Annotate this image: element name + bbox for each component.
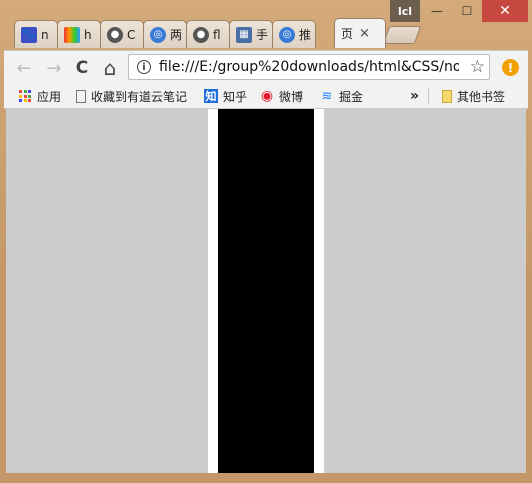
close-window-button[interactable]: ✕	[482, 0, 528, 22]
baidu-paw-icon: 🐾	[21, 26, 37, 43]
page-icon	[76, 89, 86, 103]
globe-icon: ◎	[150, 26, 166, 43]
tab-1[interactable]: 🐾 n	[14, 20, 58, 48]
bookmark-label: 收藏到有道云笔记	[91, 89, 188, 104]
doc-icon: ▦	[236, 26, 252, 43]
profile-badge[interactable]: lcl	[390, 0, 420, 22]
bookmark-label: 其他书签	[457, 89, 506, 104]
info-icon[interactable]: i	[137, 60, 151, 74]
reload-button[interactable]: C	[70, 56, 94, 80]
tab-3[interactable]: ● C	[100, 20, 144, 48]
tab-title: 页	[341, 27, 354, 41]
tab-title: 两	[170, 28, 183, 42]
tab-title: 推	[299, 28, 312, 42]
bookmark-label: 掘金	[339, 89, 364, 104]
tab-title: n	[41, 27, 49, 42]
window-bottom-frame	[0, 473, 532, 483]
bookmarks-overflow[interactable]: »	[410, 87, 419, 105]
bookmark-juejin[interactable]: ≋ 掘金	[320, 87, 363, 105]
globe-icon: ◎	[279, 26, 295, 43]
bookmark-weibo[interactable]: ◉ 微博	[260, 87, 303, 105]
tab-active[interactable]: 页 ×	[334, 18, 386, 48]
apps-shortcut[interactable]: 应用	[18, 87, 61, 105]
tab-title: h	[84, 27, 92, 42]
back-button[interactable]: ←	[12, 56, 36, 80]
maximize-button[interactable]: ☐	[452, 0, 482, 22]
folder-icon	[442, 89, 452, 103]
bookmarks-bar: 应用 收藏到有道云笔记 知 知乎 ◉ 微博 ≋ 掘金 » 其他书签	[4, 84, 528, 109]
colorful-grid-icon	[64, 26, 80, 43]
minimize-button[interactable]: —	[422, 0, 452, 22]
tab-7[interactable]: ◎ 推	[272, 20, 316, 48]
tab-2[interactable]: h	[57, 20, 101, 48]
bookmarks-divider	[428, 88, 429, 104]
apps-label: 应用	[37, 89, 62, 104]
browser-window: lcl — ☐ ✕ 🐾 n h ● C ◎ 两 ● fl ▦ 手 ◎ 推 页 ×…	[0, 0, 532, 483]
close-tab-icon[interactable]: ×	[359, 26, 370, 41]
toolbar: ← → C ⌂ i file:///E:/group%20downloads/h…	[4, 50, 528, 85]
github-icon: ●	[193, 26, 209, 43]
tab-6[interactable]: ▦ 手	[229, 20, 273, 48]
url-text[interactable]: file:///E:/group%20downloads/html&CSS/no…	[159, 59, 459, 75]
forward-button[interactable]: →	[42, 56, 66, 80]
bookmark-youdao[interactable]: 收藏到有道云笔记	[76, 87, 187, 105]
tab-5[interactable]: ● fl	[186, 20, 230, 48]
home-button[interactable]: ⌂	[98, 56, 122, 80]
tab-4[interactable]: ◎ 两	[143, 20, 187, 48]
zhihu-icon: 知	[204, 89, 218, 103]
address-bar[interactable]: i file:///E:/group%20downloads/html&CSS/…	[128, 54, 490, 80]
weibo-icon: ◉	[260, 88, 274, 104]
window-controls: — ☐ ✕	[422, 0, 528, 22]
bookmark-zhihu[interactable]: 知 知乎	[204, 87, 247, 105]
apps-grid-icon	[18, 89, 32, 103]
bookmark-label: 知乎	[223, 89, 248, 104]
tab-title: fl	[213, 27, 221, 42]
tab-title: C	[127, 27, 136, 42]
bookmark-label: 微博	[279, 89, 304, 104]
bookmark-star-icon[interactable]: ☆	[470, 57, 485, 77]
page-content	[6, 109, 526, 473]
tab-title: 手	[256, 28, 269, 42]
juejin-icon: ≋	[321, 88, 333, 104]
black-column	[218, 109, 314, 473]
new-tab-button[interactable]	[382, 26, 422, 44]
github-icon: ●	[107, 26, 123, 43]
update-alert-icon[interactable]: !	[502, 59, 519, 76]
bookmark-other-folder[interactable]: 其他书签	[442, 87, 505, 105]
